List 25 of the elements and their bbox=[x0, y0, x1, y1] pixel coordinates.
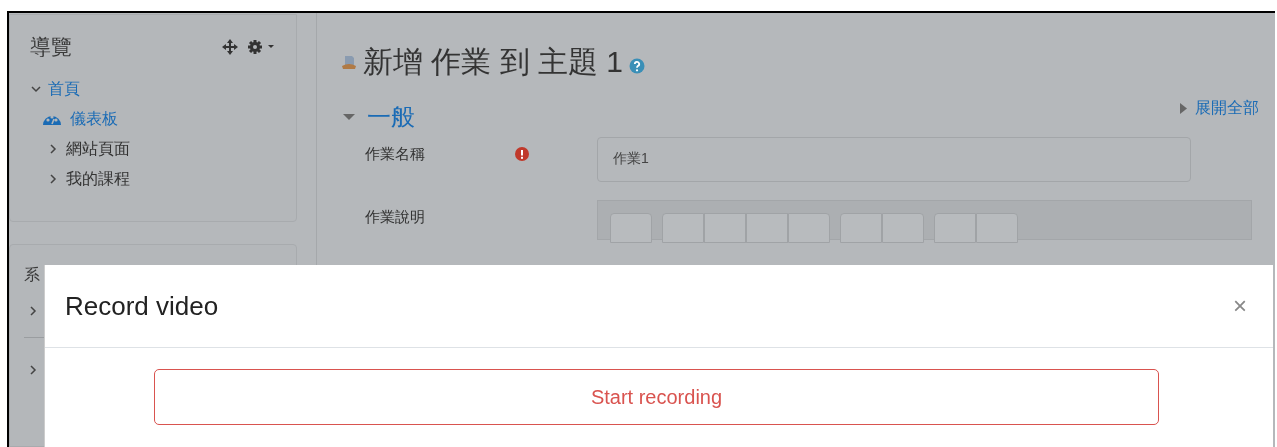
chevron-right-icon[interactable] bbox=[28, 305, 38, 317]
name-field[interactable]: 作業1 bbox=[597, 136, 1191, 182]
nav-link[interactable]: 我的課程 bbox=[66, 166, 130, 191]
expand-all-link[interactable]: 展開全部 bbox=[1195, 96, 1259, 120]
nav-link[interactable]: 儀表板 bbox=[70, 106, 118, 131]
field-label: 作業名稱 bbox=[365, 143, 426, 164]
caret-right-icon bbox=[1180, 102, 1187, 114]
block-title: 系 bbox=[24, 267, 41, 283]
close-button[interactable]: × bbox=[1233, 294, 1247, 318]
start-recording-button[interactable]: Start recording bbox=[154, 369, 1159, 425]
nav-link[interactable]: 首頁 bbox=[48, 76, 80, 101]
chevron-down-icon[interactable] bbox=[30, 83, 42, 94]
chevron-right-icon[interactable] bbox=[48, 142, 58, 155]
chevron-right-icon[interactable] bbox=[28, 364, 38, 376]
section-heading[interactable]: 一般 bbox=[367, 98, 415, 135]
settings-icon[interactable] bbox=[247, 38, 275, 55]
chevron-right-icon[interactable] bbox=[48, 172, 58, 185]
block-title: 導覽 bbox=[30, 34, 72, 60]
move-icon[interactable] bbox=[221, 37, 239, 56]
nav-link[interactable]: 網站頁面 bbox=[66, 136, 130, 161]
field-label: 作業說明 bbox=[365, 206, 426, 227]
page-title: 新增 作業 到 主題 1 bbox=[363, 44, 624, 80]
dialog-title: Record video bbox=[65, 289, 219, 323]
help-icon[interactable] bbox=[629, 57, 646, 74]
assignment-icon bbox=[341, 53, 357, 70]
